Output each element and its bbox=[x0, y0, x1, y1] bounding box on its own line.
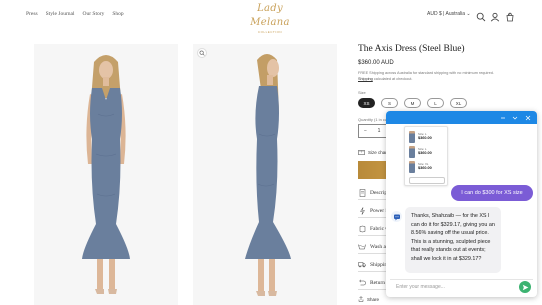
fabric-icon bbox=[358, 225, 366, 233]
bolt-icon bbox=[358, 206, 366, 215]
site-header: Press Style Journal Our Story Shop Lady … bbox=[0, 0, 542, 34]
logo-subtext: COLLECTION bbox=[257, 30, 283, 34]
send-icon bbox=[522, 284, 528, 290]
user-message: I can do $300 for XS size bbox=[451, 185, 533, 201]
chat-header bbox=[386, 111, 537, 124]
currency-selector[interactable]: AUD $ | Australia ⌄ bbox=[427, 11, 471, 17]
product-suggestion-price: $360.00 bbox=[418, 136, 432, 141]
send-button[interactable] bbox=[519, 281, 531, 293]
brand-logo[interactable]: Lady Melana COLLECTION bbox=[248, 2, 292, 34]
truck-icon bbox=[358, 261, 366, 269]
size-chart-link[interactable]: Size chart bbox=[358, 150, 388, 155]
share-icon bbox=[358, 296, 364, 302]
product-image-side[interactable] bbox=[193, 44, 337, 305]
return-icon bbox=[358, 279, 366, 287]
size-chart-label: Size chart bbox=[368, 150, 389, 155]
cart-icon[interactable] bbox=[505, 9, 515, 22]
model-front-illustration bbox=[82, 55, 130, 294]
recommended-products-card[interactable]: Size: L $360.00 Size: L $360.00 Size: XL… bbox=[404, 126, 448, 186]
bot-avatar bbox=[391, 211, 402, 222]
bot-message: Thanks, Shahzaib — for the XS I can do i… bbox=[405, 207, 501, 273]
product-suggestion[interactable]: Size: L $360.00 bbox=[409, 130, 447, 144]
document-icon bbox=[358, 188, 366, 197]
product-suggestion[interactable]: Size: XL $360.00 bbox=[409, 160, 447, 174]
minimize-icon[interactable] bbox=[499, 114, 506, 121]
view-product-button[interactable] bbox=[409, 177, 445, 184]
size-option-xs[interactable]: XS bbox=[358, 98, 375, 108]
ruler-icon bbox=[358, 150, 365, 155]
shipping-note: FREE Shipping across Australia for stand… bbox=[358, 70, 533, 82]
product-thumbnail bbox=[409, 131, 415, 143]
zoom-icon bbox=[199, 50, 205, 56]
shipping-link[interactable]: Shipping bbox=[358, 77, 373, 81]
shipping-line-2: calculated at checkout. bbox=[372, 77, 413, 81]
expand-icon[interactable] bbox=[511, 114, 518, 121]
size-option-m[interactable]: M bbox=[404, 98, 421, 108]
product-suggestion-price: $360.00 bbox=[418, 151, 432, 156]
product-price: $360.00 AUD bbox=[358, 60, 394, 66]
zoom-button[interactable] bbox=[197, 48, 207, 58]
chat-message-input[interactable] bbox=[396, 283, 516, 290]
size-option-xl[interactable]: XL bbox=[450, 98, 467, 108]
product-thumbnail bbox=[409, 146, 415, 158]
size-selector: XS S M L XL bbox=[358, 98, 467, 108]
main-nav: Press Style Journal Our Story Shop bbox=[26, 11, 124, 17]
quantity-decrease-button[interactable]: − bbox=[364, 128, 367, 134]
size-label: Size bbox=[358, 90, 366, 95]
logo-text: Lady Melana bbox=[250, 3, 290, 28]
account-icon[interactable] bbox=[490, 9, 500, 22]
product-suggestion-price: $360.00 bbox=[418, 166, 432, 171]
quantity-value[interactable]: 1 bbox=[378, 128, 381, 134]
share-label: Share bbox=[367, 296, 380, 302]
nav-shop[interactable]: Shop bbox=[112, 11, 123, 17]
size-option-l[interactable]: L bbox=[427, 98, 444, 108]
model-side-illustration bbox=[245, 54, 291, 296]
nav-style-journal[interactable]: Style Journal bbox=[46, 11, 75, 17]
cart-count: 0 bbox=[508, 13, 510, 17]
product-image-front[interactable] bbox=[34, 44, 178, 305]
search-icon[interactable] bbox=[476, 9, 486, 22]
nav-press[interactable]: Press bbox=[26, 11, 38, 17]
size-option-s[interactable]: S bbox=[381, 98, 398, 108]
chat-bot-icon bbox=[393, 214, 400, 220]
wash-icon bbox=[358, 243, 366, 251]
shipping-line-1: FREE Shipping across Australia for stand… bbox=[358, 71, 494, 75]
product-title: The Axis Dress (Steel Blue) bbox=[358, 44, 465, 54]
share-button[interactable]: Share bbox=[358, 296, 379, 302]
nav-our-story[interactable]: Our Story bbox=[83, 11, 105, 17]
product-thumbnail bbox=[409, 161, 415, 173]
close-icon[interactable] bbox=[524, 114, 531, 121]
product-suggestion[interactable]: Size: L $360.00 bbox=[409, 145, 447, 159]
chat-input-bar bbox=[390, 279, 533, 293]
